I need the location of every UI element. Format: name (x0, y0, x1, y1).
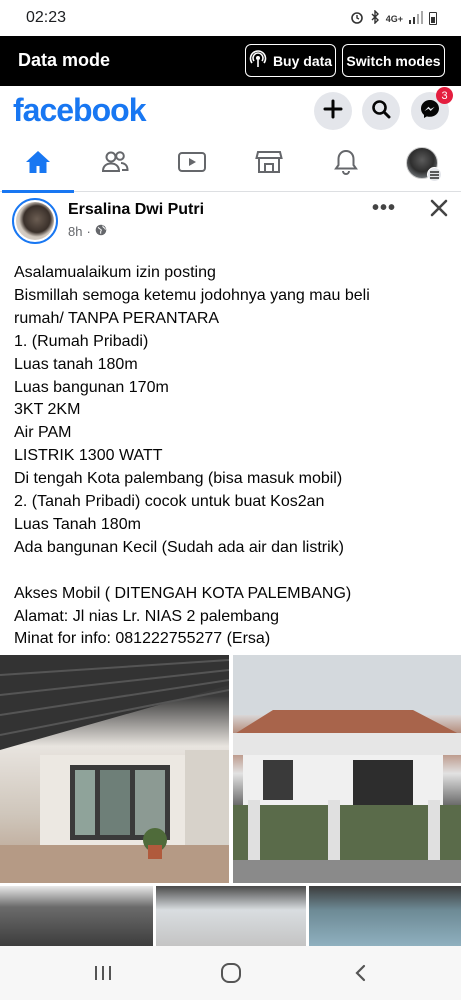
broadcast-icon (249, 50, 267, 71)
switch-modes-button[interactable]: Switch modes (342, 44, 445, 77)
status-time: 02:23 (26, 9, 67, 26)
globe-icon (95, 224, 107, 239)
profile-menu-icon (406, 147, 442, 182)
tab-home[interactable] (0, 136, 76, 193)
plus-icon (323, 99, 343, 124)
data-mode-title: Data mode (18, 50, 111, 70)
post-line: 2. (Tanah Pribadi) cocok untuk buat Kos2… (14, 493, 325, 511)
post-line-blank (14, 560, 454, 583)
app-header: facebook 3 (0, 86, 461, 136)
close-post-button[interactable] (426, 195, 452, 221)
create-button[interactable] (314, 92, 352, 130)
store-icon (255, 149, 283, 180)
post-line: LISTRIK 1300 WATT (14, 447, 163, 465)
post-line: Minat for info: 081222755277 (Ersa) (14, 630, 271, 648)
post-line: 1. (Rumah Pribadi) (14, 332, 149, 350)
post-text: Asalamualaikum izin posting Bismillah se… (14, 262, 454, 651)
status-icons: 4G+ (350, 9, 437, 27)
post-line: Luas Tanah 180m (14, 515, 141, 533)
post-line: 3KT 2KM (14, 401, 81, 419)
signal-icon (409, 10, 423, 27)
post-photo-3[interactable] (0, 886, 153, 946)
separator-dot: · (86, 224, 91, 239)
messenger-badge: 3 (436, 87, 453, 104)
home-button[interactable] (216, 961, 246, 985)
system-nav-bar (0, 946, 461, 1000)
nav-tabs (0, 136, 461, 193)
tab-friends[interactable] (77, 136, 153, 192)
post-time[interactable]: 8h (68, 224, 82, 239)
back-button[interactable] (346, 961, 376, 985)
recent-apps-button[interactable] (88, 961, 118, 985)
tab-menu[interactable] (385, 136, 461, 192)
messenger-button[interactable]: 3 (411, 87, 453, 130)
facebook-logo[interactable]: facebook (13, 92, 146, 129)
friends-icon (100, 149, 130, 180)
buy-data-button[interactable]: Buy data (245, 44, 336, 77)
recents-icon (95, 966, 111, 980)
data-mode-bar: Data mode Buy data Switch modes (0, 36, 461, 86)
post-line: Akses Mobil ( DITENGAH KOTA PALEMBANG) (14, 584, 352, 602)
post-line: Di tengah Kota palembang (bisa masuk mob… (14, 470, 343, 488)
post-meta: 8h · (68, 224, 107, 239)
post-line: Luas tanah 180m (14, 355, 138, 373)
post-photo-4[interactable] (156, 886, 306, 946)
post-line: Air PAM (14, 424, 72, 442)
author-avatar[interactable] (12, 198, 58, 244)
post-line: Alamat: Jl nias Lr. NIAS 2 palembang (14, 607, 280, 625)
post-photo-1[interactable] (0, 655, 229, 883)
post-photo-5[interactable] (309, 886, 461, 946)
post-photo-2[interactable] (233, 655, 461, 883)
author-name[interactable]: Ersalina Dwi Putri (68, 201, 204, 219)
tab-notifications[interactable] (308, 136, 384, 192)
video-icon (177, 149, 207, 180)
bluetooth-icon (370, 9, 380, 27)
more-options-button[interactable]: ••• (372, 197, 396, 220)
back-icon (355, 964, 366, 982)
post-line: Luas bangunan 170m (14, 378, 169, 396)
alarm-icon (350, 10, 364, 27)
status-bar: 02:23 4G+ (0, 0, 461, 36)
home-circle-icon (221, 963, 241, 983)
post-line: rumah/ TANPA PERANTARA (14, 309, 220, 327)
search-button[interactable] (362, 92, 400, 130)
tab-watch[interactable] (154, 136, 230, 192)
buy-data-label: Buy data (272, 52, 333, 69)
tab-marketplace[interactable] (231, 136, 307, 192)
search-icon (371, 99, 391, 124)
post-line: Asalamualaikum izin posting (14, 264, 216, 281)
close-icon (430, 199, 448, 217)
post-line: Ada bangunan Kecil (Sudah ada air dan li… (14, 538, 344, 556)
network-label: 4G+ (385, 13, 403, 24)
home-icon (24, 148, 52, 181)
post-header: Ersalina Dwi Putri 8h · ••• (0, 193, 461, 253)
battery-icon (429, 12, 437, 25)
bell-icon (333, 148, 359, 181)
post-line: Bismillah semoga ketemu jodohnya yang ma… (14, 286, 370, 304)
switch-modes-label: Switch modes (346, 52, 441, 69)
